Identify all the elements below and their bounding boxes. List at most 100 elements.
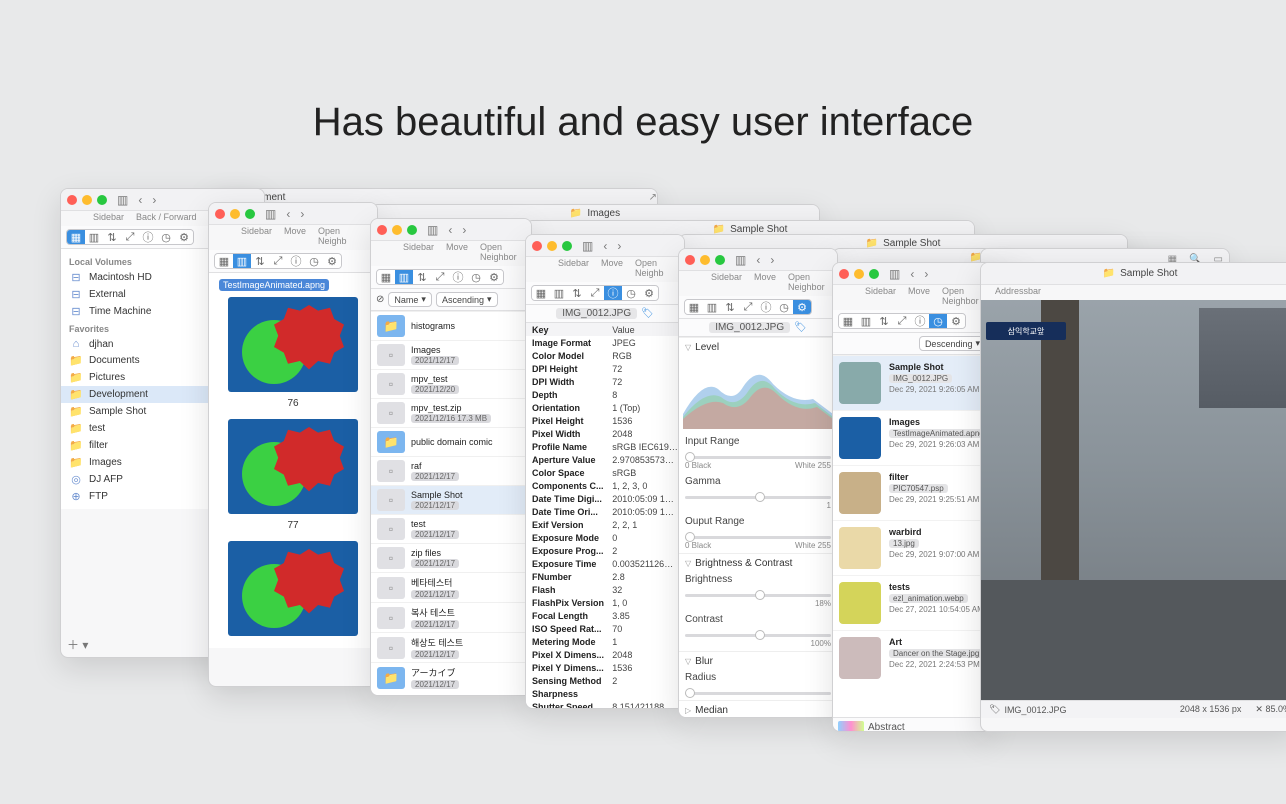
window-viewer: 📁Sample Shot Addressbar 삼익학교앞 🏷IMG_0012.… <box>980 262 1286 732</box>
thumbnail-grid: TestImageAnimated.apng 76 77 <box>209 273 377 648</box>
path-sample-shot[interactable]: Sample Shot <box>1120 268 1177 279</box>
adjustments-panel: ▽Level Input Range 0 BlackWhite 255 Gamm… <box>679 337 837 718</box>
add-button[interactable]: ＋ ▾ <box>67 636 88 653</box>
list-item[interactable]: ▫ raf2021/12/17 <box>371 456 531 485</box>
status-bar: 🏷IMG_0012.JPG 2048 x 1536 px ✕ 85.0% <box>981 700 1286 718</box>
output-range-label: Ouput Range <box>679 513 837 530</box>
brightness-slider[interactable] <box>685 594 831 597</box>
metadata-row: DPI Width72 <box>526 375 684 388</box>
metadata-row: ISO Speed Rat...70 <box>526 622 684 635</box>
tag-icon: 🏷 <box>989 704 1000 715</box>
adjust-file-badge: IMG_0012.JPG <box>709 322 790 333</box>
list-item[interactable]: ▫ test2021/12/17 <box>371 514 531 543</box>
clock-icon[interactable]: ◷ <box>157 230 175 244</box>
metadata-row: DPI Height72 <box>526 362 684 375</box>
list-item[interactable]: ▫ 베타테스터2021/12/17 <box>371 572 531 602</box>
recents-list: Sample ShotIMG_0012.JPGDec 29, 2021 9:26… <box>833 355 991 717</box>
metadata-row: Sensing Method2 <box>526 674 684 687</box>
list-item[interactable]: ▫ zip files2021/12/17 <box>371 543 531 572</box>
share-icon[interactable]: ↗ <box>649 192 657 203</box>
col-key: Key <box>532 325 612 335</box>
output-range-slider[interactable] <box>685 536 831 539</box>
metadata-row: Exposure Time0.003521126760563338 <box>526 557 684 570</box>
thumbnail-caption: 77 <box>215 520 371 531</box>
gamma-slider[interactable] <box>685 496 831 499</box>
filter-icon[interactable]: ⊘ <box>376 294 384 305</box>
metadata-row: Date Time Digi...2010:05:09 17:16:10 <box>526 492 684 505</box>
metadata-row: Depth8 <box>526 388 684 401</box>
thumbnail-item[interactable] <box>228 419 358 514</box>
metadata-row: Shutter Speed...8.151421188630492 <box>526 700 684 709</box>
abstract-label: Abstract <box>868 722 905 733</box>
sort-by-dropdown[interactable]: Name ▾ <box>388 292 432 307</box>
list-item[interactable]: ▫ mpv_test2021/12/20 <box>371 369 531 398</box>
thumbnail-item[interactable] <box>228 297 358 392</box>
file-list: 📁 histograms ▫ Images2021/12/17 ▫ mpv_te… <box>371 311 531 696</box>
list-item[interactable]: ▫ 해상도 테스트2021/12/17 <box>371 632 531 662</box>
input-range-label: Input Range <box>679 433 837 450</box>
list-item[interactable]: ▫ Sample Shot2021/12/17 <box>371 485 531 514</box>
selected-file-badge: TestImageAnimated.apng <box>219 279 329 291</box>
abstract-swatch <box>838 721 864 732</box>
metadata-row: Pixel Y Dimens...1536 <box>526 661 684 674</box>
metadata-row: Profile NamesRGB IEC61966-2.1 <box>526 440 684 453</box>
list-item[interactable]: ▫ 복사 테스트2021/12/17 <box>371 602 531 632</box>
sort-direction-dropdown[interactable]: Ascending ▾ <box>436 292 498 307</box>
metadata-row: FNumber2.8 <box>526 570 684 583</box>
label-sidebar: Sidebar <box>93 212 124 222</box>
info-icon[interactable]: ⓘ <box>139 230 157 244</box>
sort-row[interactable]: ⊘ Name ▾ Ascending ▾ <box>371 289 531 311</box>
metadata-row: Image FormatJPEG <box>526 336 684 349</box>
recent-item[interactable]: Sample ShotIMG_0012.JPGDec 29, 2021 9:26… <box>833 355 991 410</box>
recent-item[interactable]: testsezl_animation.webpDec 27, 2021 10:5… <box>833 575 991 630</box>
thumbnail-item[interactable] <box>228 541 358 636</box>
contrast-slider[interactable] <box>685 634 831 637</box>
thumbnail-caption: 76 <box>215 398 371 409</box>
metadata-row: Focal Length3.85 <box>526 609 684 622</box>
label-back-forward: Back / Forward <box>136 212 197 222</box>
metadata-row: Sharpness <box>526 687 684 700</box>
recent-item[interactable]: ImagesTestImageAnimated.apngDec 29, 2021… <box>833 410 991 465</box>
status-dimensions: 2048 x 1536 px <box>1180 704 1242 715</box>
metadata-table: KeyValue Image FormatJPEGColor ModelRGBD… <box>526 323 684 709</box>
status-filename: IMG_0012.JPG <box>1004 705 1066 715</box>
image-viewport[interactable]: 삼익학교앞 <box>981 300 1286 700</box>
addressbar-label: Addressbar <box>995 286 1041 296</box>
street-sign: 삼익학교앞 <box>986 322 1066 340</box>
expand-icon[interactable]: ⤢ <box>121 230 139 244</box>
metadata-row: Metering Mode1 <box>526 635 684 648</box>
info-file-badge: IMG_0012.JPG 🏷 <box>526 305 684 323</box>
marketing-headline: Has beautiful and easy user interface <box>0 100 1286 145</box>
window-info: ▥‹› SidebarMoveOpen Neighb ▦▥⇅⤢ⓘ◷⚙ IMG_0… <box>525 234 685 709</box>
recents-sort-dropdown[interactable]: Descending ▾ <box>919 336 986 351</box>
chevron-left-icon[interactable]: ‹ <box>138 193 142 207</box>
metadata-row: Flash32 <box>526 583 684 596</box>
chevron-right-icon[interactable]: › <box>152 193 156 207</box>
sort-icon[interactable]: ⇅ <box>103 230 121 244</box>
list-item[interactable]: ▫ mpv_test.zip2021/12/16 17.3 MB <box>371 398 531 427</box>
list-item[interactable]: ▫ Images2021/12/17 <box>371 340 531 369</box>
recent-item[interactable]: warbird13.jpgDec 29, 2021 9:07:00 AM <box>833 520 991 575</box>
window-adjustments: ▥‹› SidebarMoveOpen Neighbor ▦▥⇅⤢ⓘ◷⚙ IMG… <box>678 248 838 718</box>
metadata-row: Pixel Height1536 <box>526 414 684 427</box>
blur-radius-slider[interactable] <box>685 692 831 695</box>
recent-item[interactable]: ArtDancer on the Stage.jpgDec 22, 2021 2… <box>833 630 991 685</box>
recent-item[interactable]: filterPIC70547.pspDec 29, 2021 9:25:51 A… <box>833 465 991 520</box>
traffic-lights[interactable] <box>67 195 107 205</box>
metadata-row: Pixel Width2048 <box>526 427 684 440</box>
sidebar-toggle-icon[interactable]: ▥ <box>117 193 128 207</box>
metadata-row: Components C...1, 2, 3, 0 <box>526 479 684 492</box>
settings-icon[interactable]: ⚙ <box>175 230 193 244</box>
list-item[interactable]: 📁 public domain comic <box>371 427 531 456</box>
list-item[interactable]: 📁 histograms <box>371 311 531 340</box>
metadata-row: Color ModelRGB <box>526 349 684 362</box>
metadata-row: Pixel X Dimens...2048 <box>526 648 684 661</box>
list-item[interactable]: 📁 アーカイブ2021/12/17 <box>371 662 531 692</box>
input-range-slider[interactable] <box>685 456 831 459</box>
metadata-row: Exposure Prog...2 <box>526 544 684 557</box>
path-images[interactable]: Images <box>587 208 620 219</box>
gamma-label: Gamma <box>679 473 837 490</box>
histogram <box>683 359 833 429</box>
metadata-row: Orientation1 (Top) <box>526 401 684 414</box>
status-zoom: 85.0% <box>1265 704 1286 714</box>
